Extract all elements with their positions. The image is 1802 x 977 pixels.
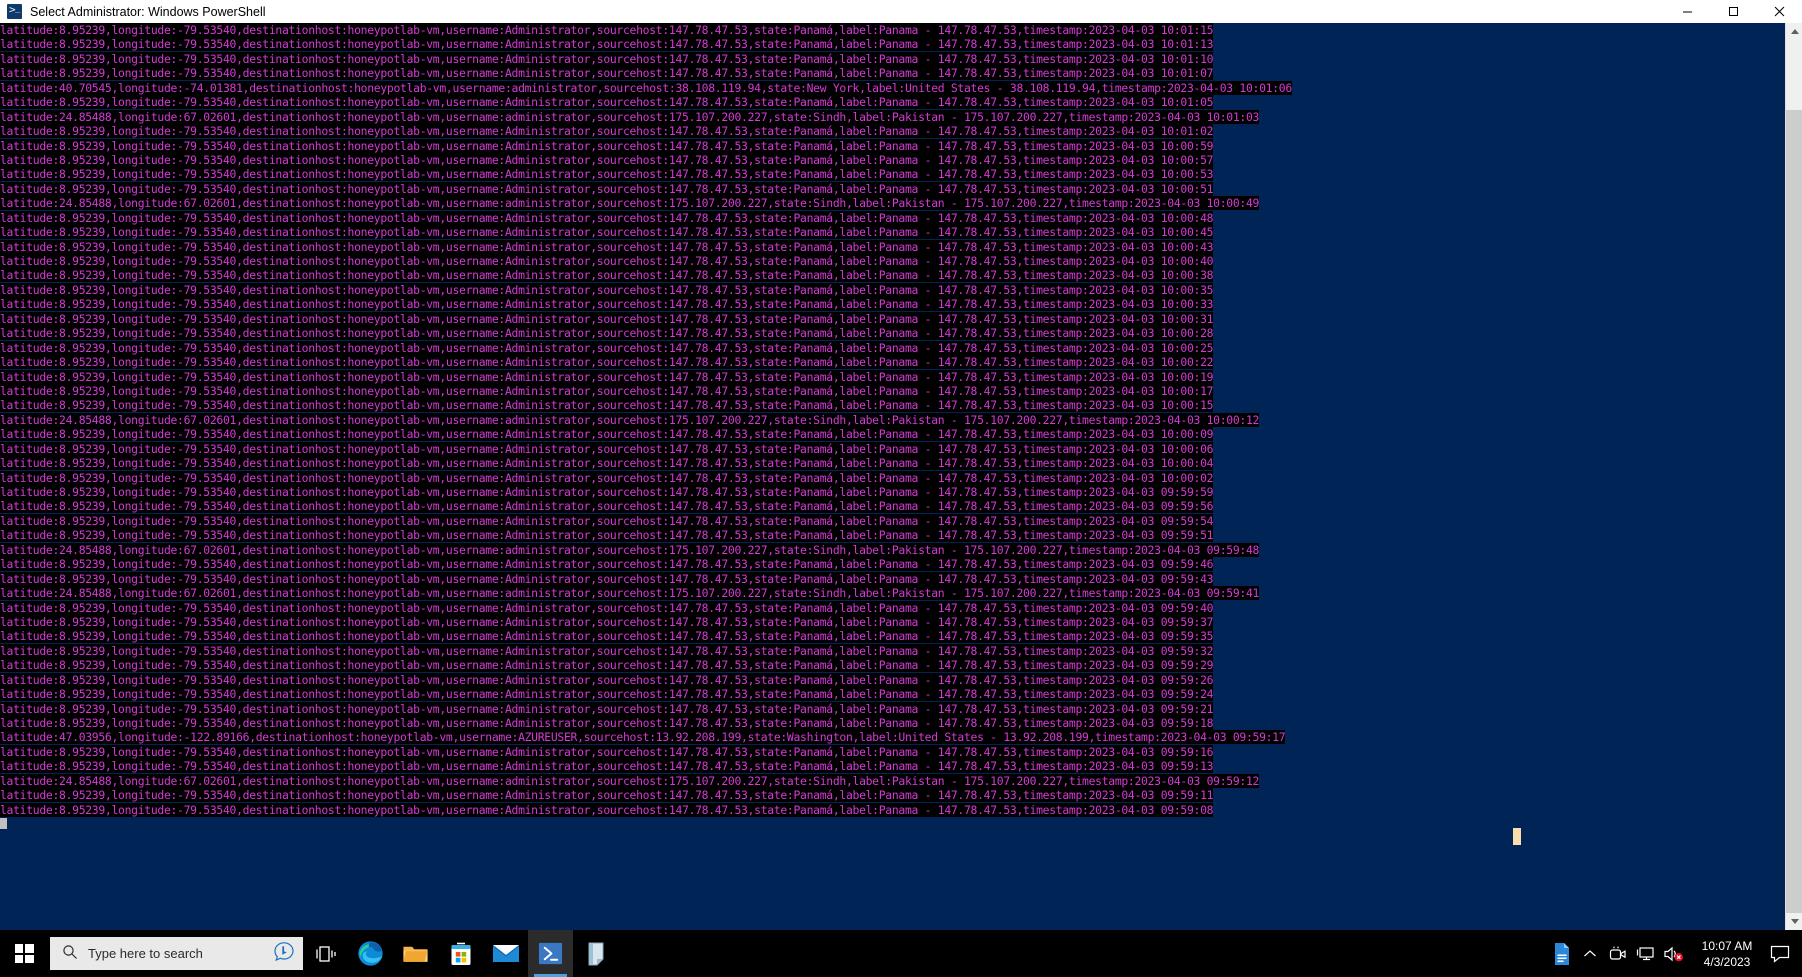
console-line: latitude:8.95239,longitude:-79.53540,des… (0, 629, 1214, 644)
console-line: latitude:8.95239,longitude:-79.53540,des… (0, 513, 1214, 528)
console-line: latitude:8.95239,longitude:-79.53540,des… (0, 225, 1214, 240)
volume-muted-icon[interactable] (1660, 930, 1688, 977)
console-line: latitude:8.95239,longitude:-79.53540,des… (0, 23, 1214, 37)
console-line: latitude:8.95239,longitude:-79.53540,des… (0, 716, 1214, 730)
console-line: latitude:8.95239,longitude:-79.53540,des… (0, 181, 1214, 196)
console-line: latitude:8.95239,longitude:-79.53540,des… (0, 95, 1214, 110)
console-line: latitude:8.95239,longitude:-79.53540,des… (0, 600, 1214, 615)
taskbar: Type here to search 10:07 AM 4/3/2023 (0, 930, 1802, 977)
console-line: latitude:8.95239,longitude:-79.53540,des… (0, 254, 1214, 268)
mail-icon[interactable] (483, 930, 528, 977)
search-placeholder: Type here to search (88, 946, 203, 961)
console-line: latitude:24.85488,longitude:67.02601,des… (0, 586, 1260, 601)
console-line: latitude:8.95239,longitude:-79.53540,des… (0, 485, 1214, 499)
console-line: latitude:8.95239,longitude:-79.53540,des… (0, 138, 1214, 153)
start-button[interactable] (0, 930, 48, 977)
console-line: latitude:8.95239,longitude:-79.53540,des… (0, 802, 1214, 817)
microsoft-store-icon[interactable] (438, 930, 483, 977)
console-line: latitude:8.95239,longitude:-79.53540,des… (0, 672, 1214, 687)
console-line: latitude:8.95239,longitude:-79.53540,des… (0, 311, 1214, 326)
console-line: latitude:8.95239,longitude:-79.53540,des… (0, 557, 1214, 572)
console-line: latitude:47.03956,longitude:-122.89166,d… (0, 730, 1286, 745)
console-line: latitude:8.95239,longitude:-79.53540,des… (0, 66, 1214, 81)
text-cursor (1513, 828, 1521, 845)
console-line: latitude:8.95239,longitude:-79.53540,des… (0, 658, 1214, 673)
minimize-button[interactable] (1664, 0, 1710, 23)
clock-time: 10:07 AM (1701, 938, 1753, 953)
clock-date: 4/3/2023 (1703, 954, 1751, 969)
console-output[interactable]: latitude:8.95239,longitude:-79.53540,des… (0, 23, 1785, 930)
console-line: latitude:40.70545,longitude:-74.01381,de… (0, 80, 1292, 95)
console-line: latitude:8.95239,longitude:-79.53540,des… (0, 37, 1214, 52)
powershell-icon (7, 3, 22, 19)
window-title: Select Administrator: Windows PowerShell (30, 4, 266, 19)
network-icon[interactable] (1632, 930, 1660, 977)
powershell-taskbar-icon[interactable] (528, 930, 573, 977)
sticky-notes-icon[interactable] (573, 930, 618, 977)
chevron-up-icon (1790, 29, 1799, 34)
console-line: latitude:8.95239,longitude:-79.53540,des… (0, 239, 1214, 254)
console-line: latitude:8.95239,longitude:-79.53540,des… (0, 369, 1214, 384)
block-cursor (0, 818, 7, 830)
console-line: latitude:8.95239,longitude:-79.53540,des… (0, 788, 1214, 803)
console-line: latitude:8.95239,longitude:-79.53540,des… (0, 383, 1214, 398)
console-line: latitude:8.95239,longitude:-79.53540,des… (0, 499, 1214, 514)
console-line: latitude:8.95239,longitude:-79.53540,des… (0, 51, 1214, 66)
taskbar-clock[interactable]: 10:07 AM 4/3/2023 (1688, 930, 1766, 977)
console-line: latitude:8.95239,longitude:-79.53540,des… (0, 614, 1214, 629)
console-line: latitude:8.95239,longitude:-79.53540,des… (0, 759, 1214, 774)
show-hidden-icons-chevron[interactable] (1576, 930, 1604, 977)
console-line: latitude:8.95239,longitude:-79.53540,des… (0, 643, 1214, 658)
console-line: latitude:24.85488,longitude:67.02601,des… (0, 109, 1260, 124)
console-line: latitude:8.95239,longitude:-79.53540,des… (0, 398, 1214, 413)
console-line: latitude:8.95239,longitude:-79.53540,des… (0, 297, 1214, 312)
search-icon (62, 944, 78, 964)
console-line: latitude:8.95239,longitude:-79.53540,des… (0, 470, 1214, 485)
console-line: latitude:8.95239,longitude:-79.53540,des… (0, 167, 1214, 182)
scrollbar-thumb[interactable] (1786, 110, 1802, 913)
console-line: latitude:8.95239,longitude:-79.53540,des… (0, 744, 1214, 759)
file-explorer-icon[interactable] (393, 930, 438, 977)
window-controls (1664, 0, 1802, 23)
console-line: latitude:8.95239,longitude:-79.53540,des… (0, 326, 1214, 341)
edge-icon[interactable] (348, 930, 393, 977)
chevron-down-icon (1790, 919, 1799, 924)
console-scrollbar[interactable] (1785, 23, 1802, 930)
onedrive-document-icon[interactable] (1548, 930, 1576, 977)
search-input[interactable]: Type here to search (50, 937, 303, 970)
bing-chat-icon[interactable] (273, 941, 295, 967)
console-line: latitude:8.95239,longitude:-79.53540,des… (0, 701, 1214, 716)
system-tray: 10:07 AM 4/3/2023 (1548, 930, 1802, 977)
console-line: latitude:8.95239,longitude:-79.53540,des… (0, 427, 1214, 442)
camera-privacy-icon[interactable] (1604, 930, 1632, 977)
action-center-icon[interactable] (1766, 930, 1794, 977)
task-view-icon[interactable] (303, 930, 348, 977)
console-line: latitude:8.95239,longitude:-79.53540,des… (0, 210, 1214, 225)
console-line: latitude:8.95239,longitude:-79.53540,des… (0, 571, 1214, 586)
powershell-window: Select Administrator: Windows PowerShell… (0, 0, 1802, 930)
console-line: latitude:8.95239,longitude:-79.53540,des… (0, 282, 1214, 297)
windows-logo-icon (14, 944, 34, 963)
console-line: latitude:24.85488,longitude:67.02601,des… (0, 773, 1260, 788)
console-line: latitude:8.95239,longitude:-79.53540,des… (0, 456, 1214, 471)
close-button[interactable] (1756, 0, 1802, 23)
window-titlebar[interactable]: Select Administrator: Windows PowerShell (0, 0, 1802, 23)
console-line: latitude:8.95239,longitude:-79.53540,des… (0, 687, 1214, 702)
scroll-down-arrow[interactable] (1786, 913, 1802, 930)
console-line: latitude:8.95239,longitude:-79.53540,des… (0, 124, 1214, 139)
maximize-button[interactable] (1710, 0, 1756, 23)
scroll-up-arrow[interactable] (1786, 23, 1802, 40)
console-line: latitude:8.95239,longitude:-79.53540,des… (0, 528, 1214, 543)
console-line: latitude:8.95239,longitude:-79.53540,des… (0, 152, 1214, 167)
console-area: latitude:8.95239,longitude:-79.53540,des… (0, 23, 1802, 930)
console-line: latitude:24.85488,longitude:67.02601,des… (0, 412, 1260, 427)
console-line: latitude:8.95239,longitude:-79.53540,des… (0, 268, 1214, 283)
console-line: latitude:8.95239,longitude:-79.53540,des… (0, 340, 1214, 355)
console-line: latitude:24.85488,longitude:67.02601,des… (0, 542, 1260, 557)
titlebar-left-group: Select Administrator: Windows PowerShell (0, 3, 266, 19)
console-line: latitude:24.85488,longitude:67.02601,des… (0, 196, 1260, 211)
console-line: latitude:8.95239,longitude:-79.53540,des… (0, 441, 1214, 456)
console-line: latitude:8.95239,longitude:-79.53540,des… (0, 355, 1214, 370)
